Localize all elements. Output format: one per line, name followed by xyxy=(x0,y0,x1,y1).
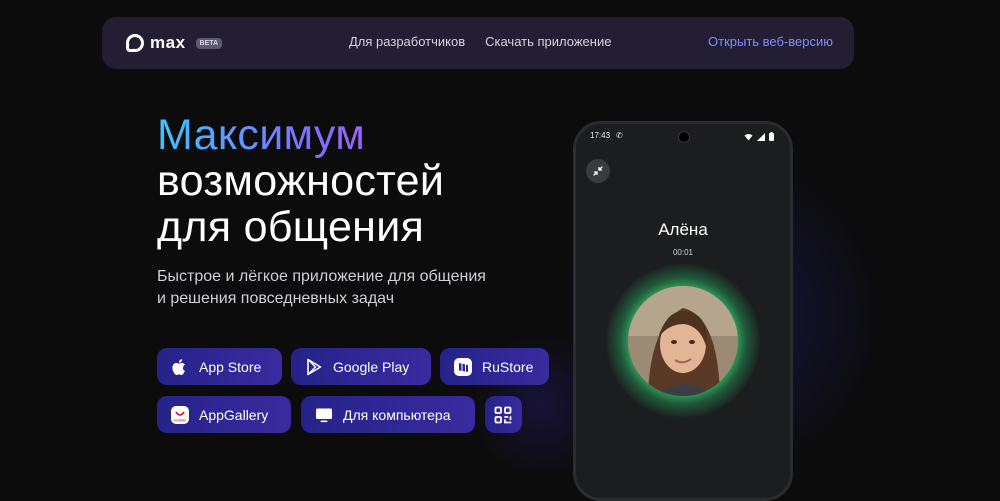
app-gallery-label: AppGallery xyxy=(199,406,269,423)
rustore-button[interactable]: RuStore xyxy=(440,348,549,385)
nav-link-developers[interactable]: Для разработчиков xyxy=(349,34,465,49)
top-navbar: max BETA Для разработчиков Скачать прило… xyxy=(102,17,854,69)
google-play-label: Google Play xyxy=(333,358,410,375)
svg-text:HUAWEI: HUAWEI xyxy=(174,418,187,422)
rustore-icon xyxy=(453,357,473,377)
beta-badge: BETA xyxy=(195,37,223,49)
nav-link-download-app[interactable]: Скачать приложение xyxy=(485,34,611,49)
hero-title-highlight: Максимум xyxy=(157,112,444,158)
minimize-call-button[interactable] xyxy=(586,159,610,183)
phone-status-icons xyxy=(744,132,774,141)
wifi-icon xyxy=(744,133,753,140)
desktop-download-label: Для компьютера xyxy=(343,406,451,423)
google-play-button[interactable]: Google Play xyxy=(291,348,431,385)
qr-code-button[interactable] xyxy=(485,396,522,433)
call-duration: 00:01 xyxy=(672,248,694,257)
computer-icon xyxy=(314,405,334,425)
app-store-label: App Store xyxy=(199,358,262,375)
hero-title-line2: возможностей xyxy=(157,157,445,205)
hero-title: Максимум возможностей для общения xyxy=(157,112,444,250)
hero-subtitle-line1: Быстрое и лёгкое приложение для общения xyxy=(157,268,486,285)
phone-mockup: 17:43 ✆ Алёна 00:01 xyxy=(573,121,793,501)
google-play-icon xyxy=(304,357,324,377)
qr-code-icon xyxy=(493,405,513,425)
desktop-download-button[interactable]: Для компьютера xyxy=(301,396,475,433)
caller-name: Алёна xyxy=(658,220,708,239)
caller-avatar xyxy=(628,286,738,396)
logo[interactable]: max BETA xyxy=(126,33,223,53)
phone-camera xyxy=(678,131,690,143)
phone-status-time: 17:43 xyxy=(590,131,611,140)
nav-links: Для разработчиков Скачать приложение xyxy=(349,34,611,49)
max-logo-icon xyxy=(126,34,144,52)
app-store-button[interactable]: App Store xyxy=(157,348,282,385)
rustore-label: RuStore xyxy=(482,358,534,375)
collapse-icon xyxy=(593,166,603,176)
open-web-version-link[interactable]: Открыть веб-версию xyxy=(708,34,833,49)
logo-text: max xyxy=(150,33,186,52)
hero-subtitle-line2: и решения повседневных задач xyxy=(157,290,395,307)
signal-icon xyxy=(757,132,765,141)
hero-title-line3: для общения xyxy=(157,203,425,251)
phone-call-status-icon: ✆ xyxy=(616,131,623,140)
battery-icon xyxy=(769,132,774,141)
apple-icon xyxy=(170,357,190,377)
app-gallery-button[interactable]: HUAWEI AppGallery xyxy=(157,396,291,433)
hero-subtitle: Быстрое и лёгкое приложение для общения … xyxy=(157,266,557,310)
huawei-appgallery-icon: HUAWEI xyxy=(170,405,190,425)
